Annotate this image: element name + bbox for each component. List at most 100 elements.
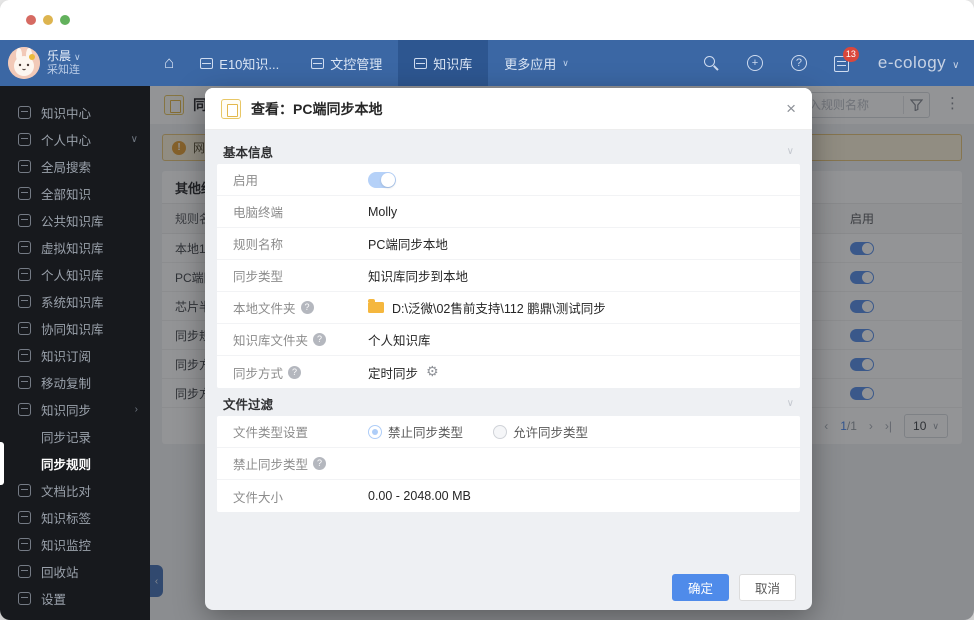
help-icon[interactable]: ? <box>288 365 302 379</box>
app-window: 乐晨 ∨ 采知连 ⌂ E10知识... 文控管理 知识库 更多应用 ∨ + ? 13 e-… <box>0 0 974 620</box>
chevron-down-icon: ∨ <box>952 60 960 71</box>
sidebar-item-11[interactable]: 移动复制 <box>0 369 150 396</box>
help-icon[interactable]: ? <box>300 301 314 314</box>
plus-circle-icon[interactable]: + <box>746 54 764 72</box>
window-close-button[interactable] <box>26 15 36 25</box>
nav-tab-2[interactable]: 文控管理 <box>295 40 398 86</box>
book-icon <box>18 187 31 200</box>
form-row: 同步方式? 定时同步 ⚙ <box>217 356 800 388</box>
radio-circle <box>368 424 382 439</box>
radio-option[interactable]: 禁止同步类型 <box>368 422 463 441</box>
tag-icon <box>18 511 31 524</box>
field-label-text: 知识库文件夹 <box>233 334 309 348</box>
sidebar-item-12[interactable]: 知识同步 › <box>0 396 150 423</box>
nav-tab-label: E10知识... <box>219 56 280 72</box>
field-label: 启用 <box>233 170 368 189</box>
sidebar-item-label: 全局搜索 <box>41 161 92 175</box>
sidebar-item-10[interactable]: 知识订阅 <box>0 342 150 369</box>
subscribe-icon <box>18 349 31 362</box>
sidebar-item-label: 回收站 <box>41 566 79 580</box>
sidebar: 知识中心 个人中心 ∨ 全局搜索全部知识公共知识库虚拟知识库个人知识库系统知识库 协同知… <box>0 86 150 620</box>
sidebar-item-15[interactable]: 文档比对 <box>0 477 150 504</box>
search-icon[interactable] <box>702 54 720 72</box>
section-collapse-icon[interactable]: ∨ <box>787 146 794 157</box>
field-label-text: 本地文件夹 <box>233 302 296 316</box>
help-icon[interactable]: ? <box>313 333 327 346</box>
notification-icon[interactable]: 13 <box>833 47 859 72</box>
close-icon[interactable]: × <box>786 100 796 117</box>
sidebar-item-3[interactable]: 全局搜索 <box>0 153 150 180</box>
window-minimize-button[interactable] <box>43 15 53 25</box>
search-glyph <box>703 56 715 67</box>
field-value-text: 个人知识库 <box>368 334 431 348</box>
sidebar-item-label: 文档比对 <box>41 485 92 499</box>
section-rows: 文件类型设置 禁止同步类型 允许同步类型 禁止同步类型? 文件大小 0.00 - 2048… <box>217 416 800 512</box>
question-glyph: ? <box>790 55 807 71</box>
nav-tab-4[interactable]: 更多应用 ∨ <box>488 40 585 86</box>
sidebar-item-label: 知识标签 <box>41 512 92 526</box>
sidebar-item-19[interactable]: 设置 <box>0 585 150 612</box>
app-tray-icon <box>311 57 325 69</box>
sidebar-item-8[interactable]: 系统知识库 <box>0 288 150 315</box>
user-avatar <box>8 47 40 79</box>
sidebar-item-17[interactable]: 知识监控 <box>0 531 150 558</box>
sidebar-item-14[interactable]: 同步规则 <box>0 442 150 485</box>
sidebar-item-1[interactable]: 知识中心 <box>0 99 150 126</box>
radio-option[interactable]: 允许同步类型 <box>493 422 588 441</box>
confirm-button[interactable]: 确定 <box>671 573 729 601</box>
modal-title-icon <box>221 98 241 119</box>
field-value: PC端同步本地 <box>368 234 448 253</box>
radio-label: 禁止同步类型 <box>388 426 464 440</box>
search-icon <box>18 160 31 173</box>
sidebar-item-2[interactable]: 个人中心 ∨ <box>0 126 150 153</box>
sidebar-item-label: 移动复制 <box>41 377 92 391</box>
app-tray-icon <box>414 57 428 69</box>
notification-badge: 13 <box>842 47 859 62</box>
sidebar-item-4[interactable]: 全部知识 <box>0 180 150 207</box>
sidebar-item-16[interactable]: 知识标签 <box>0 504 150 531</box>
sidebar-item-5[interactable]: 公共知识库 <box>0 207 150 234</box>
brand-menu[interactable]: e-cology ∨ <box>878 53 960 73</box>
field-value-text: 定时同步 <box>368 366 419 381</box>
sidebar-item-9[interactable]: 协同知识库 <box>0 315 150 342</box>
field-label-text: 文件类型设置 <box>233 426 309 440</box>
field-value-text: 知识库同步到本地 <box>368 270 469 284</box>
sidebar-item-7[interactable]: 个人知识库 <box>0 261 150 288</box>
section-collapse-icon[interactable]: ∨ <box>787 398 794 409</box>
form-row: 同步类型 知识库同步到本地 <box>217 260 800 292</box>
sidebar-item-label: 公共知识库 <box>41 215 104 229</box>
field-value: 个人知识库 <box>368 330 431 349</box>
window-zoom-button[interactable] <box>60 15 70 25</box>
modal-title: 查看：PC端同步本地 <box>251 100 383 117</box>
nav-tab-3[interactable]: 知识库 <box>398 40 489 86</box>
gear-icon[interactable]: ⚙ <box>426 364 439 380</box>
app-tray-icon <box>200 57 214 69</box>
sidebar-item-label: 同步记录 <box>41 431 92 445</box>
sidebar-item-13[interactable]: 同步记录 <box>0 423 150 450</box>
folder-person-icon <box>18 268 31 281</box>
user-menu[interactable]: 乐晨 ∨ 采知连 <box>0 47 150 79</box>
field-value-text: Molly <box>368 204 398 219</box>
field-value: 定时同步 ⚙ <box>368 363 439 382</box>
modal-section-2: 文件过滤 ∨ 文件类型设置 禁止同步类型 允许同步类型 禁止同步类型? 文件大小 0.00 -… <box>217 390 800 512</box>
help-icon[interactable]: ? <box>313 457 327 470</box>
doc-icon <box>18 106 31 119</box>
sidebar-item-6[interactable]: 虚拟知识库 <box>0 234 150 261</box>
help-circle-icon[interactable]: ? <box>790 54 808 72</box>
share-icon <box>18 322 31 335</box>
field-label: 同步类型 <box>233 266 368 285</box>
home-icon[interactable]: ⌂ <box>164 53 174 73</box>
sidebar-item-18[interactable]: 回收站 <box>0 558 150 585</box>
sidebar-item-label: 个人知识库 <box>41 269 104 283</box>
chevron-down-icon: ∨ <box>130 134 138 145</box>
chevron-down-icon: ∨ <box>74 51 81 62</box>
modal-footer: 确定 取消 <box>205 564 812 610</box>
nav-tab-1[interactable]: E10知识... <box>184 40 295 86</box>
form-row: 知识库文件夹? 个人知识库 <box>217 324 800 356</box>
sidebar-item-label: 设置 <box>41 593 67 607</box>
folder-icon <box>18 214 31 227</box>
field-value: 0.00 - 2048.00 MB <box>368 489 471 503</box>
enable-toggle[interactable] <box>368 171 396 188</box>
radio-circle <box>493 424 508 439</box>
cancel-button[interactable]: 取消 <box>738 573 796 601</box>
